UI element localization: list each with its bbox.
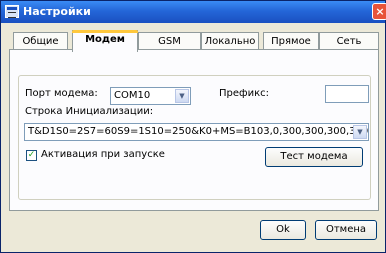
init-string-label: Строка Инициализации:: [25, 106, 154, 117]
activate-on-start-label[interactable]: Активация при запуске: [41, 149, 165, 160]
tab-modem[interactable]: Модем: [72, 30, 138, 52]
tab-general[interactable]: Общие: [13, 32, 68, 50]
prefix-input[interactable]: [325, 85, 369, 103]
init-string-value: T&D1S0=2S7=60S9=1S10=250&K0+MS=B103,0,30…: [28, 126, 369, 137]
port-select[interactable]: COM10 ▼: [110, 87, 191, 105]
cancel-button[interactable]: Отмена: [315, 220, 377, 240]
title-bar[interactable]: Настройки ×: [1, 1, 386, 23]
settings-window: Настройки × Общие Модем GSM Модем Локаль…: [0, 0, 386, 253]
port-label: Порт модема:: [25, 88, 98, 99]
prefix-label: Префикс:: [219, 88, 269, 99]
modem-settings-group: Порт модема: COM10 ▼ Префикс: Строка Ини…: [18, 75, 371, 200]
ok-button[interactable]: Ok: [260, 220, 306, 240]
close-button[interactable]: ×: [372, 3, 386, 20]
chevron-down-icon[interactable]: ▼: [353, 125, 367, 139]
tab-network[interactable]: Сеть: [319, 32, 379, 50]
port-value: COM10: [114, 90, 151, 101]
tab-local[interactable]: Локально: [201, 32, 259, 50]
init-string-select[interactable]: T&D1S0=2S7=60S9=1S10=250&K0+MS=B103,0,30…: [24, 123, 369, 141]
modem-tab-panel: Порт модема: COM10 ▼ Префикс: Строка Ини…: [9, 49, 379, 211]
activate-on-start-checkbox[interactable]: ✓: [26, 150, 37, 161]
tab-direct[interactable]: Прямое: [263, 32, 319, 50]
chevron-down-icon[interactable]: ▼: [175, 89, 189, 103]
test-modem-button[interactable]: Тест модема: [265, 147, 363, 167]
app-icon: [5, 5, 19, 18]
window-title: Настройки: [23, 5, 91, 18]
tab-gsm-modem[interactable]: GSM Модем: [138, 32, 201, 64]
